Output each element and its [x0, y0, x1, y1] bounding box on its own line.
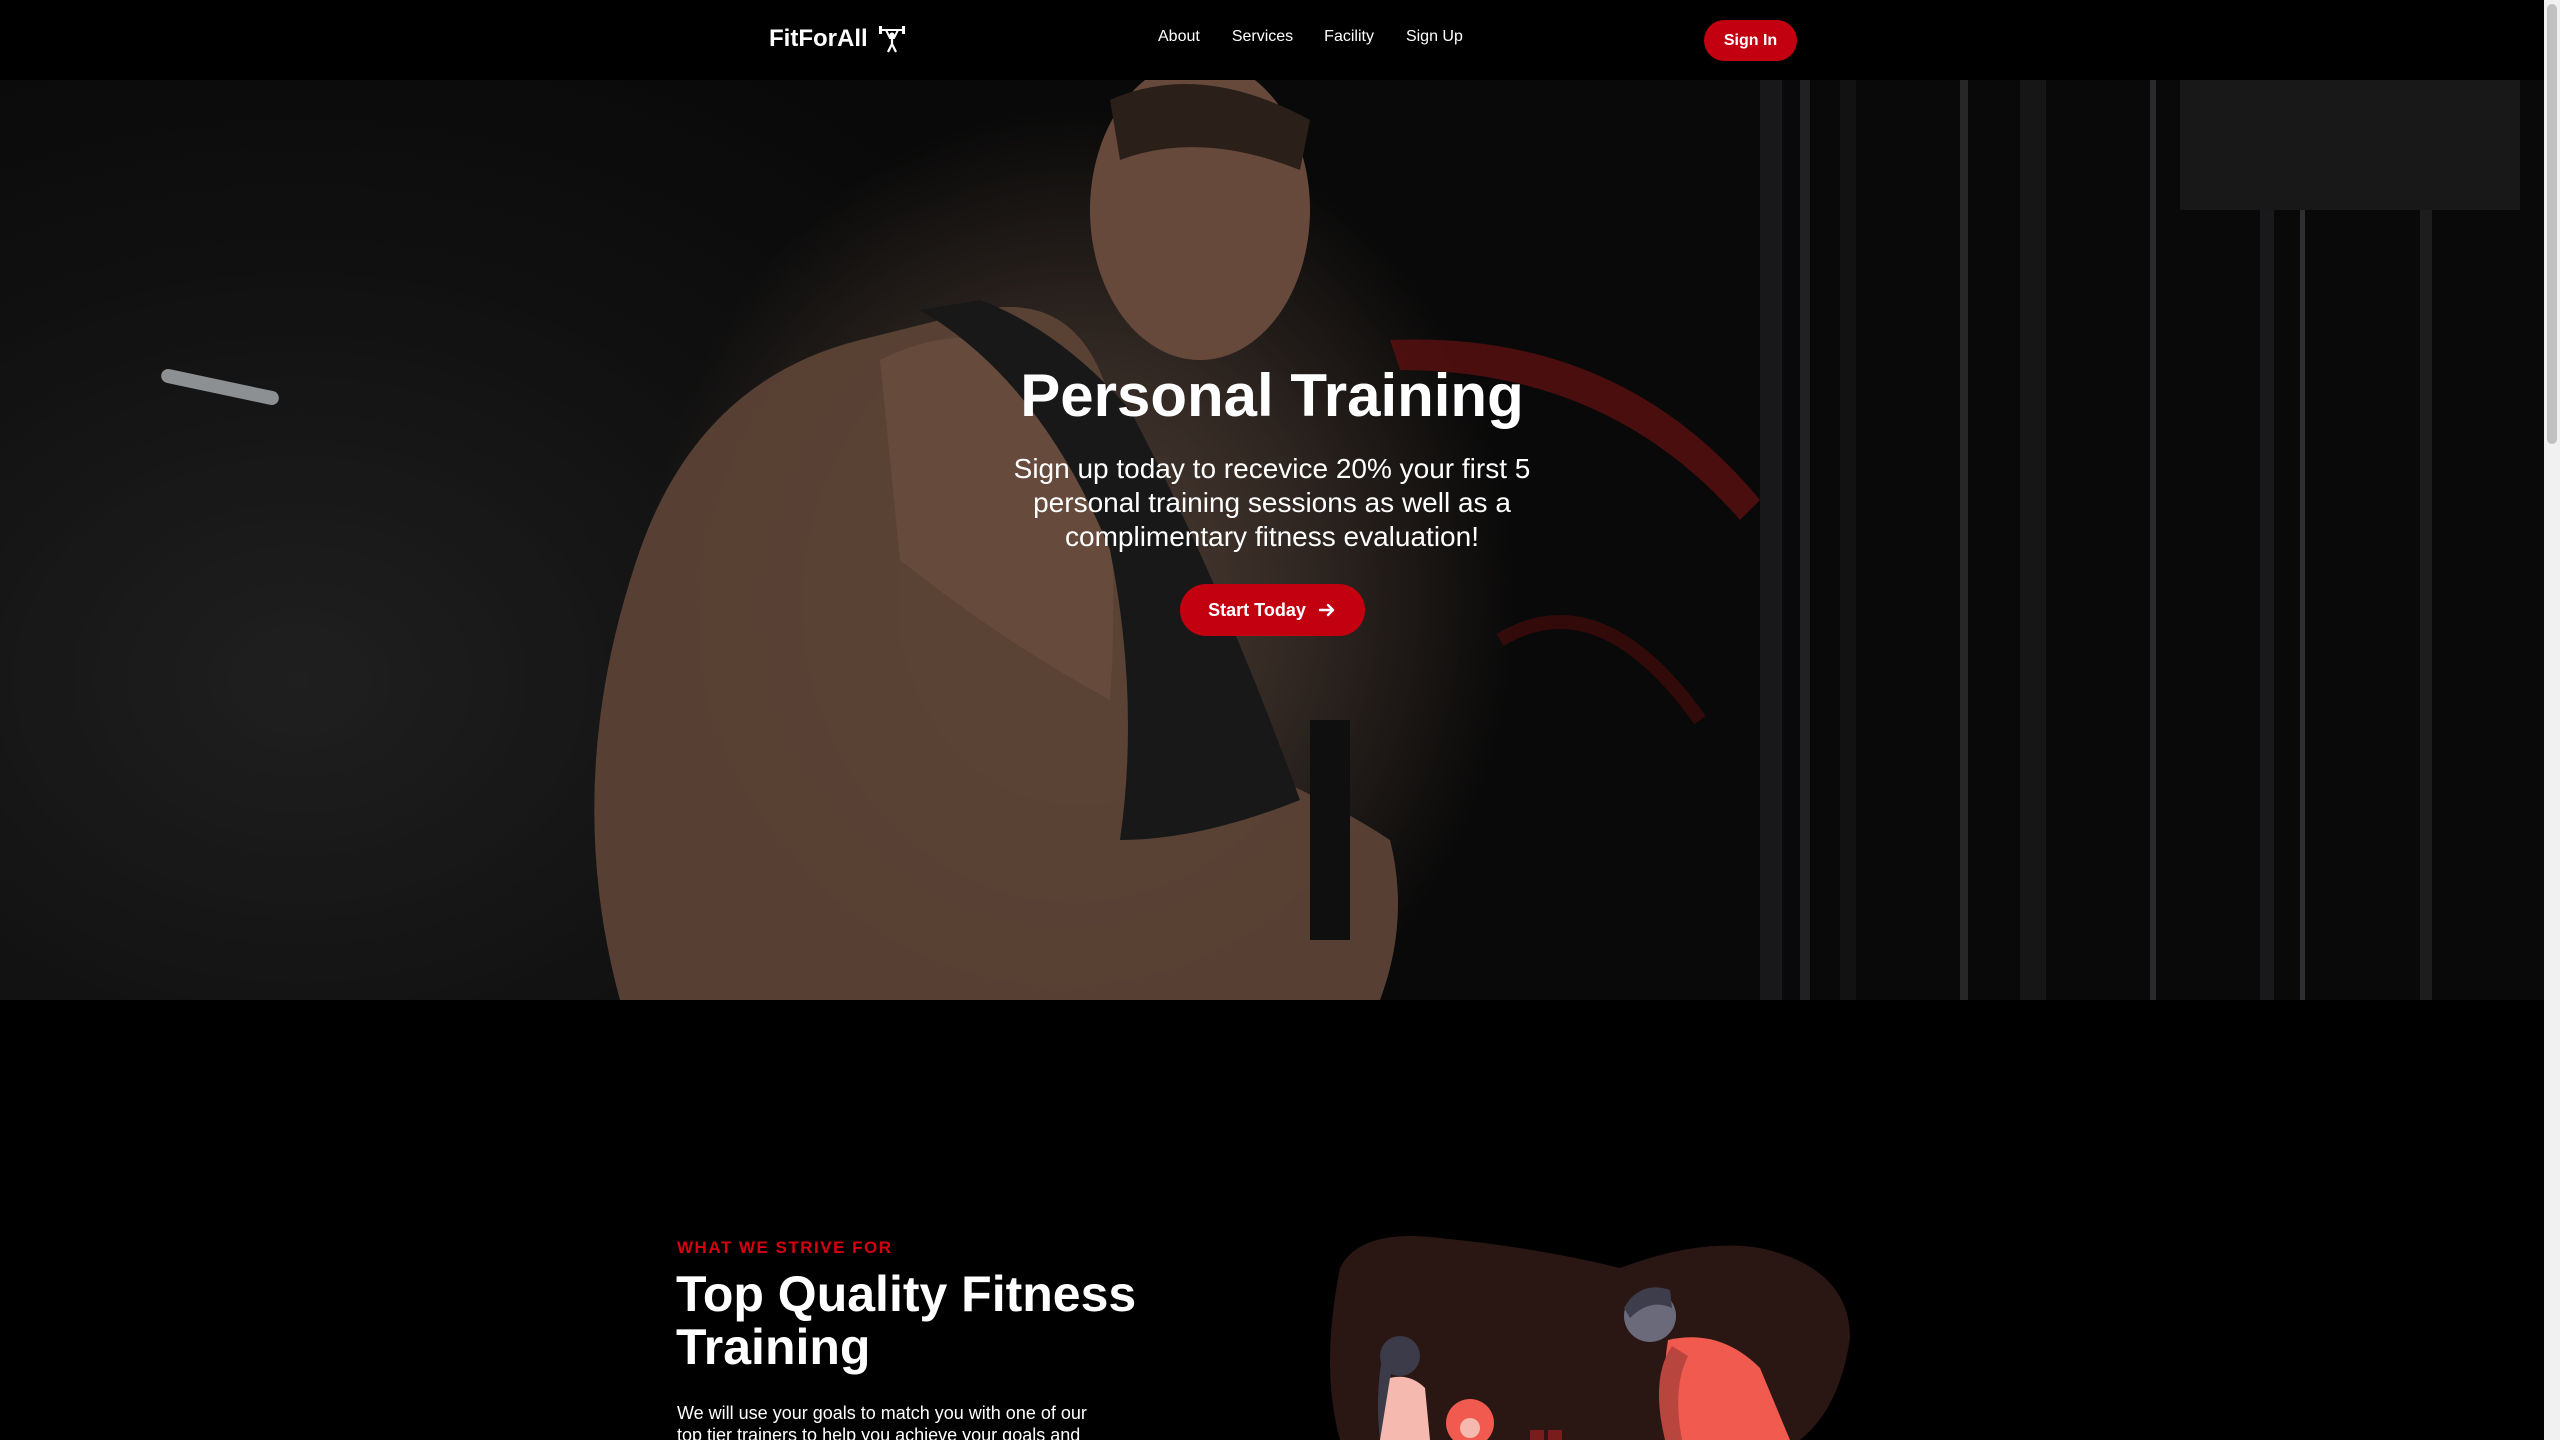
hero-subtitle: Sign up today to recevice 20% your first…	[1013, 453, 1531, 552]
nav-link-about[interactable]: About	[1158, 28, 1200, 46]
start-today-label: Start Today	[1208, 599, 1306, 620]
start-today-button[interactable]: Start Today	[1179, 584, 1365, 636]
nav-link-services[interactable]: Services	[1232, 28, 1293, 46]
navbar: FitForAll About Services Facility Sign U…	[0, 0, 2544, 80]
brand-logo[interactable]: FitForAll	[769, 24, 906, 54]
section-body: We will use your goals to match you with…	[677, 1403, 1087, 1440]
arrow-right-icon	[1318, 603, 1335, 617]
hero-title: Personal Training	[1020, 362, 1524, 429]
weightlifter-icon	[878, 26, 905, 53]
section-eyebrow: WHAT WE STRIVE FOR	[677, 1238, 893, 1257]
hero-section: Personal Training Sign up today to recev…	[0, 80, 2544, 1000]
nav-link-facility[interactable]: Facility	[1324, 28, 1374, 46]
strive-section: WHAT WE STRIVE FOR Top Quality Fitness T…	[0, 1000, 2544, 1440]
sign-in-button[interactable]: Sign In	[1704, 20, 1797, 61]
scrollbar-thumb[interactable]	[2547, 4, 2557, 444]
brand-name: FitForAll	[769, 25, 868, 52]
hero-content: Personal Training Sign up today to recev…	[972, 360, 1572, 636]
training-illustration	[1330, 1236, 1850, 1440]
section-title: Top Quality Fitness Training	[676, 1266, 1137, 1375]
nav-link-sign-up[interactable]: Sign Up	[1406, 28, 1463, 46]
nav-links: About Services Facility Sign Up	[1158, 28, 1495, 46]
